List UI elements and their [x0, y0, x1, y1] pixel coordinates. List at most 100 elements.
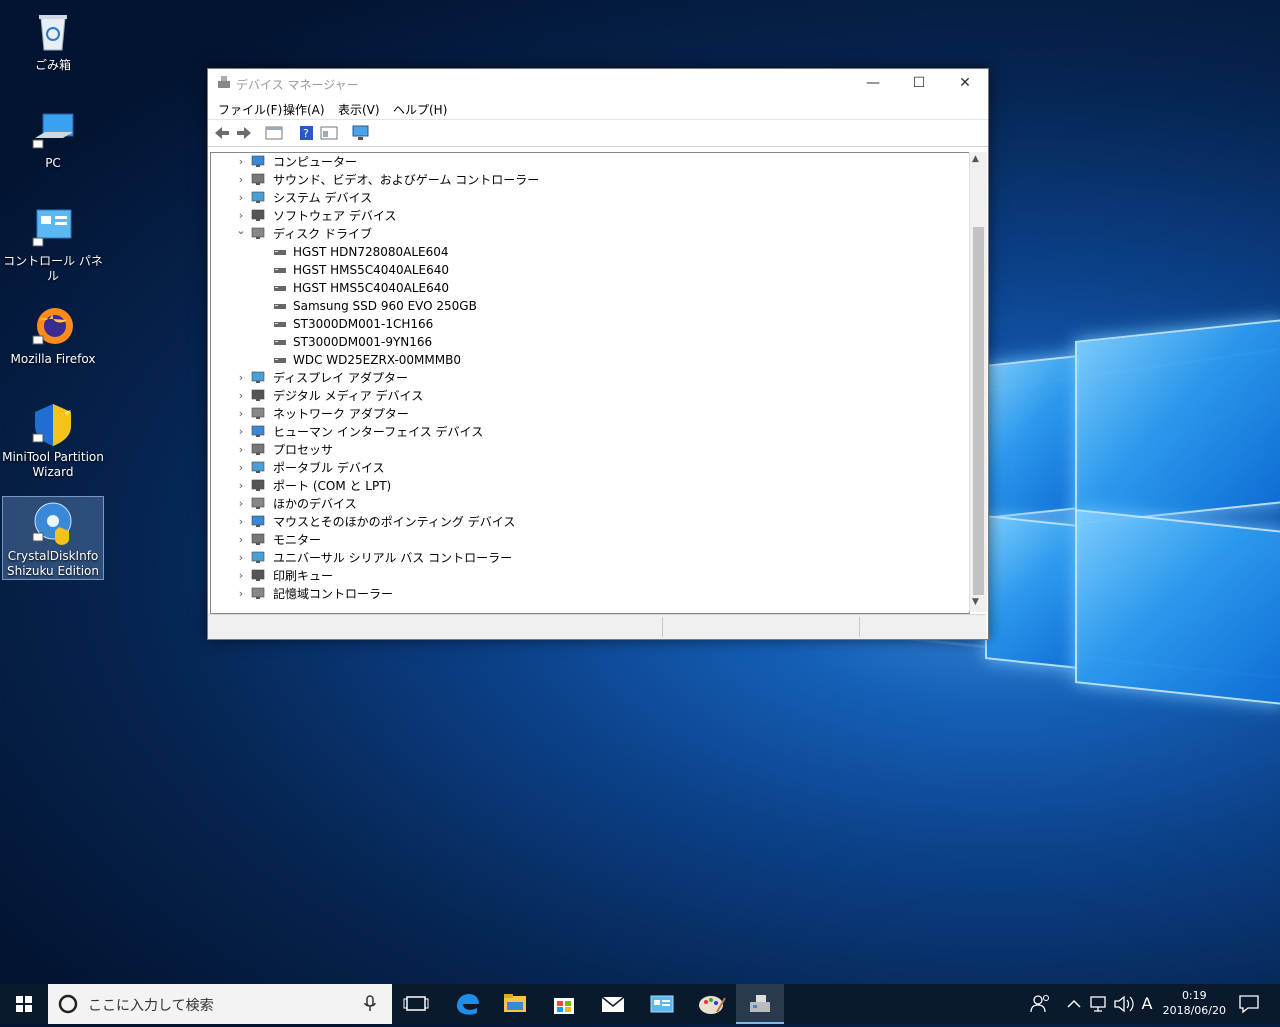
tree-item-label: HGST HMS5C4040ALE640	[293, 263, 450, 277]
expand-chevron-icon[interactable]: ›	[235, 531, 247, 549]
tree-category-item[interactable]: › ポート (COM と LPT)	[211, 477, 951, 495]
expand-chevron-icon[interactable]: ›	[235, 567, 247, 585]
network-icon[interactable]	[1088, 984, 1110, 1024]
device-category-icon	[251, 209, 265, 222]
close-button[interactable]: ✕	[942, 69, 988, 97]
ime-indicator[interactable]: A	[1136, 984, 1158, 1024]
clock[interactable]: 0:19 2018/06/20	[1163, 988, 1226, 1018]
tree-category-item[interactable]: › サウンド、ビデオ、およびゲーム コントローラー	[211, 171, 951, 189]
expand-chevron-icon[interactable]: ›	[235, 423, 247, 441]
scroll-down-icon[interactable]: ▼	[972, 597, 979, 607]
mail-icon[interactable]	[589, 984, 637, 1024]
volume-icon[interactable]	[1111, 984, 1135, 1024]
firefox-icon	[31, 304, 75, 348]
device-manager-window[interactable]: デバイス マネージャー — ☐ ✕ ファイル(F) 操作(A) 表示(V) ヘル…	[207, 68, 989, 640]
device-manager-taskbar-icon[interactable]	[736, 984, 784, 1024]
vertical-scrollbar[interactable]: ▲ ▼	[969, 152, 987, 612]
tree-category-item[interactable]: › プロセッサ	[211, 441, 951, 459]
maximize-button[interactable]: ☐	[896, 69, 942, 97]
collapse-chevron-icon[interactable]: ⌄	[235, 222, 247, 240]
tree-category-item[interactable]: › マウスとそのほかのポインティング デバイス	[211, 513, 951, 531]
expand-chevron-icon[interactable]: ›	[235, 153, 247, 171]
tree-category-item[interactable]: › デジタル メディア デバイス	[211, 387, 951, 405]
taskbar-search-box[interactable]: ここに入力して検索	[48, 984, 392, 1024]
properties-list-icon[interactable]	[265, 125, 283, 141]
tree-child-item[interactable]: HGST HDN728080ALE604	[211, 243, 951, 261]
menu-action[interactable]: 操作(A)	[283, 101, 325, 118]
desktop-icon-pc[interactable]: PC	[2, 104, 104, 176]
tree-category-item[interactable]: › ソフトウェア デバイス	[211, 207, 951, 225]
tree-category-item[interactable]: › ネットワーク アダプター	[211, 405, 951, 423]
tree-item-label: サウンド、ビデオ、およびゲーム コントローラー	[273, 173, 540, 187]
tree-category-item[interactable]: › 記憶域コントローラー	[211, 585, 951, 603]
control-panel-taskbar-icon[interactable]	[638, 984, 686, 1024]
desktop-icon-label: PC	[45, 156, 61, 170]
expand-chevron-icon[interactable]: ›	[235, 405, 247, 423]
desktop-icon-firefox[interactable]: Mozilla Firefox	[2, 300, 104, 372]
tree-category-item[interactable]: › 印刷キュー	[211, 567, 951, 585]
desktop-icon-recycle-bin[interactable]: ごみ箱	[2, 6, 104, 78]
tree-child-item[interactable]: ST3000DM001-1CH166	[211, 315, 951, 333]
tree-item-label: Samsung SSD 960 EVO 250GB	[293, 299, 477, 313]
forward-arrow-icon[interactable]	[235, 125, 253, 141]
menu-view[interactable]: 表示(V)	[338, 101, 380, 118]
view-details-icon[interactable]	[320, 125, 338, 141]
desktop-icon-minitool[interactable]: MiniTool Partition Wizard	[2, 398, 104, 484]
start-button[interactable]	[0, 984, 48, 1024]
tree-item-label: ポータブル デバイス	[273, 461, 385, 475]
tree-child-item[interactable]: Samsung SSD 960 EVO 250GB	[211, 297, 951, 315]
minimize-button[interactable]: —	[850, 69, 896, 97]
tree-category-item[interactable]: ⌄ ディスク ドライブ	[211, 222, 951, 243]
expand-chevron-icon[interactable]: ›	[235, 477, 247, 495]
file-explorer-icon[interactable]	[491, 984, 539, 1024]
menu-bar: ファイル(F) 操作(A) 表示(V) ヘルプ(H)	[208, 97, 988, 119]
expand-chevron-icon[interactable]: ›	[235, 441, 247, 459]
scan-hardware-icon[interactable]	[352, 125, 370, 141]
tree-category-item[interactable]: › システム デバイス	[211, 189, 951, 207]
device-tree[interactable]: › コンピューター › サウンド、ビデオ、およびゲーム コントローラー › システム デバ…	[210, 152, 970, 614]
tree-category-item[interactable]: › ユニバーサル シリアル バス コントローラー	[211, 549, 951, 567]
expand-chevron-icon[interactable]: ›	[235, 549, 247, 567]
tree-category-item[interactable]: › ヒューマン インターフェイス デバイス	[211, 423, 951, 441]
tree-child-item[interactable]: HGST HMS5C4040ALE640	[211, 261, 951, 279]
menu-help[interactable]: ヘルプ(H)	[393, 101, 447, 118]
expand-chevron-icon[interactable]: ›	[235, 369, 247, 387]
expand-chevron-icon[interactable]: ›	[235, 387, 247, 405]
disk-drive-icon	[273, 353, 287, 366]
people-icon[interactable]	[1020, 984, 1060, 1024]
tree-child-item[interactable]: ST3000DM001-9YN166	[211, 333, 951, 351]
expand-chevron-icon[interactable]: ›	[235, 585, 247, 603]
desktop-icon-crystaldiskinfo[interactable]: CrystalDiskInfo Shizuku Edition	[2, 496, 104, 580]
tree-category-item[interactable]: › ディスプレイ アダプター	[211, 369, 951, 387]
tree-item-label: ヒューマン インターフェイス デバイス	[273, 425, 484, 439]
tree-category-item[interactable]: › モニター	[211, 531, 951, 549]
tree-item-label: ディスク ドライブ	[273, 227, 372, 241]
expand-chevron-icon[interactable]: ›	[235, 495, 247, 513]
back-arrow-icon[interactable]	[213, 125, 231, 141]
desktop-icon-control-panel[interactable]: コントロール パネル	[2, 202, 104, 283]
device-category-icon	[251, 407, 265, 420]
device-category-icon	[251, 479, 265, 492]
tree-category-item[interactable]: › ポータブル デバイス	[211, 459, 951, 477]
paint-icon[interactable]	[687, 984, 735, 1024]
expand-chevron-icon[interactable]: ›	[235, 513, 247, 531]
microphone-icon[interactable]	[363, 995, 377, 1013]
expand-chevron-icon[interactable]: ›	[235, 171, 247, 189]
scrollbar-thumb[interactable]	[973, 227, 984, 595]
tree-child-item[interactable]: WDC WD25EZRX-00MMMB0	[211, 351, 951, 369]
action-center-icon[interactable]	[1232, 984, 1268, 1024]
tree-category-item[interactable]: › コンピューター	[211, 153, 951, 171]
title-bar[interactable]: デバイス マネージャー — ☐ ✕	[208, 69, 988, 97]
menu-file[interactable]: ファイル(F)	[218, 101, 282, 118]
tree-child-item[interactable]: HGST HMS5C4040ALE640	[211, 279, 951, 297]
expand-chevron-icon[interactable]: ›	[235, 459, 247, 477]
store-icon[interactable]	[540, 984, 588, 1024]
scroll-up-icon[interactable]: ▲	[972, 154, 979, 164]
edge-icon[interactable]	[443, 984, 491, 1024]
svg-text:?: ?	[303, 127, 309, 140]
show-hidden-icons-chevron-icon[interactable]	[1062, 984, 1086, 1024]
expand-chevron-icon[interactable]: ›	[235, 189, 247, 207]
task-view-icon[interactable]	[392, 984, 440, 1024]
tree-category-item[interactable]: › ほかのデバイス	[211, 495, 951, 513]
help-icon[interactable]: ?	[298, 125, 316, 141]
